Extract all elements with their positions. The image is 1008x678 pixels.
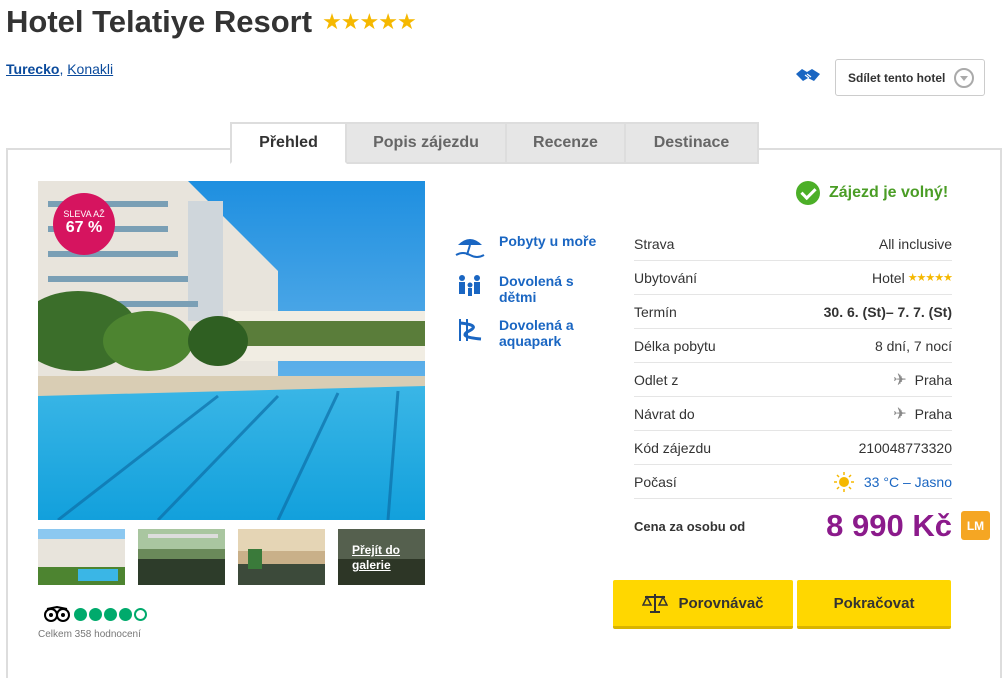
discount-value: 67 % (65, 219, 103, 236)
tab-overview[interactable]: Přehled (230, 122, 347, 164)
detail-value: All inclusive (878, 235, 952, 252)
feature-label: Pobyty u moře (499, 233, 597, 249)
availability-text: Zájezd je volný! (829, 184, 949, 201)
price-row: Cena za osobu od 8 990 Kč (634, 508, 952, 544)
gallery-thumbnail[interactable]: Přejít do galerie (338, 529, 425, 585)
water-slide-icon (459, 319, 482, 341)
detail-value: 210048773320 (858, 439, 952, 456)
detail-value-wrap: Hotel ★★★★★ (872, 269, 953, 286)
chevron-down-icon (954, 68, 974, 88)
page-title: Hotel Telatiye Resort (6, 4, 313, 39)
rating-dot-filled (119, 607, 132, 621)
detail-row-code: Kód zájezdu 210048773320 (634, 431, 952, 465)
detail-key: Termín (634, 303, 677, 320)
rating-dot-empty (134, 607, 147, 621)
feature-item[interactable]: Dovolená s dětmi (455, 273, 609, 305)
tab-reviews[interactable]: Recenze (507, 122, 626, 164)
hotel-header: Hotel Telatiye Resort ★★★★★ (6, 4, 417, 40)
feature-item[interactable]: Pobyty u moře (455, 233, 609, 261)
tripadvisor-owl-icon (44, 606, 70, 622)
detail-key: Ubytování (634, 269, 698, 286)
feature-item[interactable]: Dovolená a aquapark (455, 317, 609, 349)
rating-dot-filled (89, 607, 102, 621)
sun-icon (833, 471, 854, 492)
detail-row-board: Strava All inclusive (634, 227, 952, 261)
family-icon (459, 275, 480, 296)
thumbnail-image[interactable] (38, 529, 125, 585)
detail-value: Praha (914, 371, 952, 388)
detail-key: Návrat do (634, 405, 695, 422)
gallery-link[interactable]: Přejít do galerie (352, 543, 425, 573)
review-count: Celkem 358 hodnocení (38, 629, 141, 640)
detail-row-return: Návrat do ✈ Praha (634, 397, 952, 431)
last-minute-badge: LM (961, 511, 990, 540)
hotel-stars: ★★★★★ (322, 9, 417, 34)
thumbnail-image[interactable] (238, 529, 325, 585)
detail-value-wrap: ✈ Praha (893, 370, 952, 390)
feature-label: Dovolená a aquapark (499, 317, 574, 349)
detail-value: Praha (914, 405, 952, 422)
detail-value: Hotel (872, 269, 905, 286)
detail-key: Délka pobytu (634, 337, 716, 354)
share-button-label: Sdílet tento hotel (848, 70, 946, 85)
detail-row-departure: Odlet z ✈ Praha (634, 363, 952, 397)
detail-value: 8 dní, 7 nocí (874, 337, 952, 354)
handshake-icon[interactable] (795, 66, 821, 84)
tab-destination[interactable]: Destinace (626, 122, 759, 164)
trip-details: Strava All inclusive Ubytování Hotel ★★★… (634, 227, 953, 499)
thumbnail-strip: Přejít do galerie (38, 529, 438, 585)
tab-bar: Přehled Popis zájezdu Recenze Destinace (230, 122, 759, 164)
tripadvisor-rating[interactable] (44, 606, 149, 622)
plane-icon: ✈ (893, 371, 907, 389)
discount-badge: SLEVA AŽ 67 % (53, 193, 115, 255)
accommodation-stars: ★★★★★ (907, 272, 953, 284)
scale-icon (642, 594, 669, 613)
rating-dot-filled (104, 607, 117, 621)
detail-key: Počasí (634, 473, 677, 490)
plane-icon: ✈ (893, 405, 907, 423)
detail-key: Odlet z (634, 371, 679, 388)
detail-row-length: Délka pobytu 8 dní, 7 nocí (634, 329, 952, 363)
share-button[interactable]: Sdílet tento hotel (835, 59, 985, 96)
check-circle-icon (796, 181, 820, 205)
beach-umbrella-icon (455, 239, 485, 258)
continue-button[interactable]: Pokračovat (797, 580, 951, 629)
compare-button[interactable]: Porovnávač (613, 580, 793, 629)
detail-key: Kód zájezdu (634, 439, 712, 456)
detail-key: Strava (634, 235, 675, 252)
detail-row-dates: Termín 30. 6. (St)– 7. 7. (St) (634, 295, 952, 329)
breadcrumb-separator: , (59, 61, 64, 77)
detail-row-accommodation: Ubytování Hotel ★★★★★ (634, 261, 953, 295)
feature-list: Pobyty u moře Dovolená s dětmi Dovolená … (455, 233, 609, 361)
compare-button-label: Porovnávač (678, 594, 764, 612)
price-label: Cena za osobu od (634, 518, 746, 534)
discount-label: SLEVA AŽ (63, 209, 105, 219)
feature-label: Dovolená s dětmi (499, 273, 574, 305)
city-link[interactable]: Konakli (67, 61, 113, 77)
detail-value-wrap: ✈ Praha (893, 404, 952, 424)
detail-row-weather: Počasí 33 °C – Jasno (634, 465, 952, 499)
rating-dot-filled (74, 607, 87, 621)
detail-value: 33 °C – Jasno (863, 473, 952, 490)
continue-button-label: Pokračovat (833, 594, 915, 612)
breadcrumb: Turecko, Konakli (6, 61, 113, 77)
detail-value-wrap: 33 °C – Jasno (833, 471, 952, 492)
country-link[interactable]: Turecko (6, 61, 59, 77)
detail-value: 30. 6. (St)– 7. 7. (St) (823, 303, 952, 320)
thumbnail-image[interactable] (138, 529, 225, 585)
availability-status: Zájezd je volný! (796, 181, 948, 205)
price-value: 8 990 Kč (826, 508, 952, 543)
tab-description[interactable]: Popis zájezdu (347, 122, 507, 164)
